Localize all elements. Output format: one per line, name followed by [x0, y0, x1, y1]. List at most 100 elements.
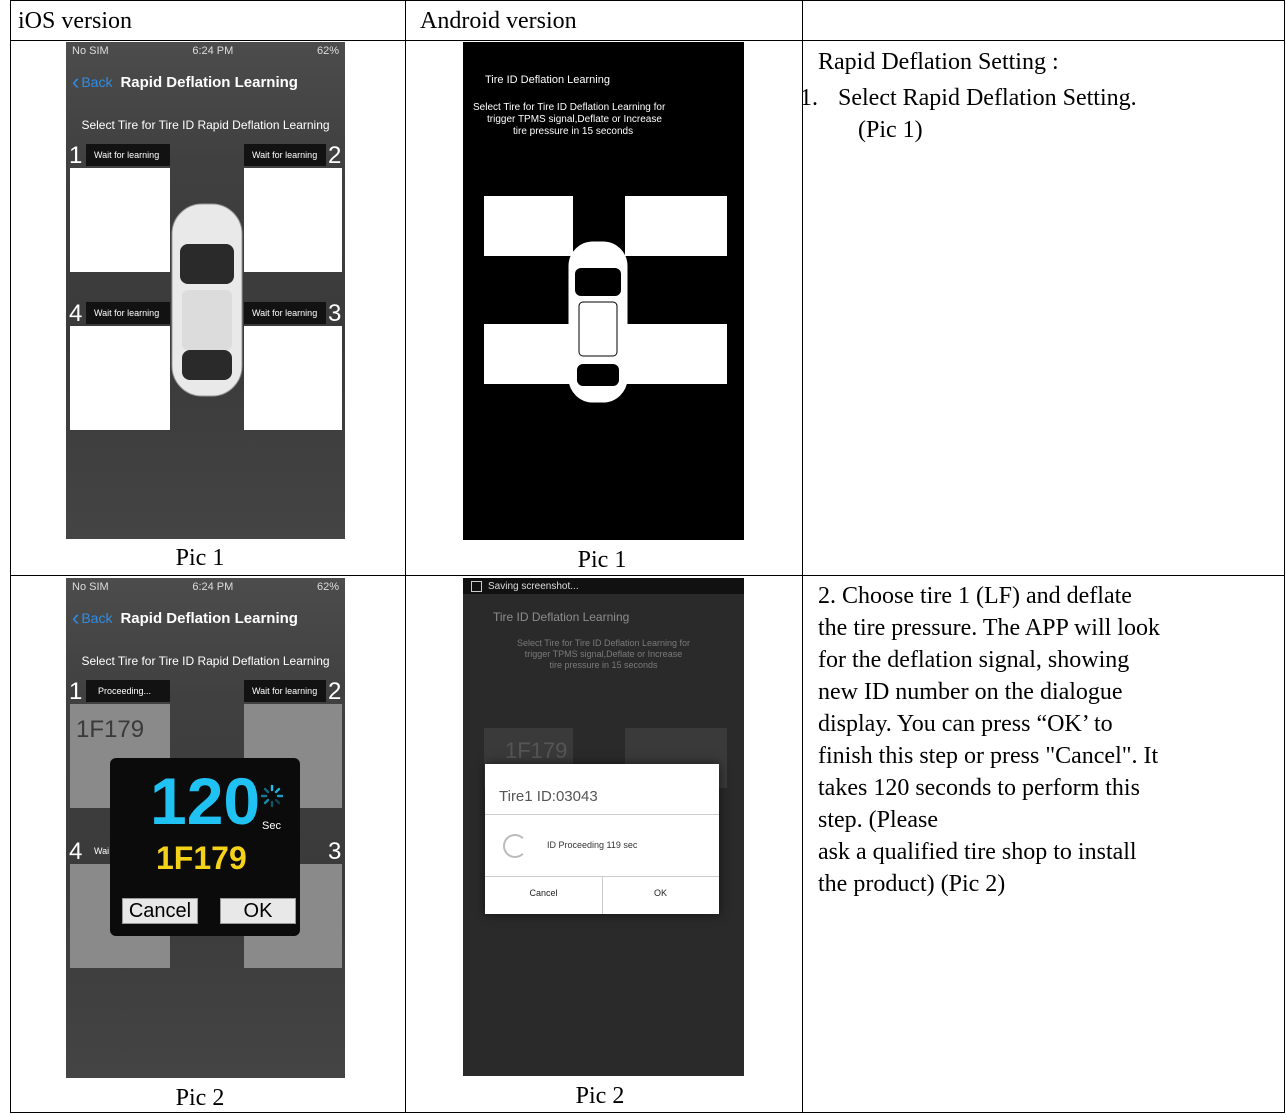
- caption-android-pic1: Pic 1: [577, 547, 627, 573]
- tire-tile-4[interactable]: [484, 324, 573, 384]
- step2-line: takes 120 seconds to perform this: [818, 775, 1140, 801]
- car-top-view-icon: [171, 203, 243, 397]
- step1-title: Rapid Deflation Setting :: [818, 49, 1059, 75]
- android-instruction-line: tire pressure in 15 seconds: [513, 126, 634, 137]
- tire-tile-3[interactable]: [625, 324, 727, 384]
- table-border-row: [10, 575, 1285, 576]
- tire-number-4: 4: [69, 838, 83, 865]
- dialog-divider: [485, 814, 719, 815]
- tire-tile-4[interactable]: [70, 326, 170, 430]
- caption-ios-pic1: Pic 1: [175, 545, 225, 571]
- tire-status-label: Proceeding...: [98, 686, 152, 696]
- tire-id-dialog: Tire1 ID:03043 ID Proceeding 119 sec Can…: [485, 764, 719, 914]
- tire-number-4: 4: [69, 300, 83, 327]
- tire-status-2: Wait for learning: [244, 680, 326, 702]
- tire-number-3: 3: [328, 838, 342, 865]
- back-label: Back: [81, 74, 113, 90]
- android-title: Tire ID Deflation Learning: [485, 74, 610, 86]
- step1-item-ref: (Pic 1): [858, 117, 923, 143]
- status-time: 6:24 PM: [192, 45, 234, 57]
- chevron-left-icon: ‹: [72, 605, 80, 630]
- back-label: Back: [81, 610, 113, 626]
- ios-nav-bar: ‹ Back Rapid Deflation Learning: [66, 596, 345, 640]
- screenshot-icon: [471, 580, 482, 592]
- back-button[interactable]: ‹ Back: [72, 71, 112, 93]
- table-border-right: [1284, 0, 1285, 1113]
- status-text: Saving screenshot...: [488, 580, 579, 592]
- tire-id: 1F179: [76, 716, 145, 743]
- cancel-button[interactable]: Cancel: [485, 888, 602, 898]
- tire-tile-2[interactable]: [244, 168, 342, 272]
- tire-status-4: Wait for learning: [86, 302, 170, 324]
- tire-tile-1[interactable]: [484, 196, 573, 256]
- step2-line: the product) (Pic 2): [818, 871, 1006, 897]
- chevron-left-icon: ‹: [72, 69, 80, 94]
- back-button[interactable]: ‹ Back: [72, 607, 112, 629]
- nav-title: Rapid Deflation Learning: [120, 609, 298, 627]
- dialog-button-divider: [602, 876, 603, 914]
- table-col-divider-1: [405, 0, 406, 1113]
- tire-number-2: 2: [328, 678, 342, 705]
- android-screenshot-1: Tire ID Deflation Learning Select Tire f…: [463, 42, 744, 540]
- step2-text: 2. Choose tire 1 (LF) and deflate the ti…: [818, 580, 1160, 900]
- android-instruction-line: tire pressure in 15 seconds: [549, 660, 658, 670]
- android-instruction-line: trigger TPMS signal,Deflate or Increase: [487, 114, 662, 125]
- tire-number-3: 3: [328, 300, 342, 327]
- instruction-text: Select Tire for Tire ID Rapid Deflation …: [81, 654, 330, 668]
- tire-status-label: Wait for learning: [94, 308, 160, 318]
- ios-status-bar: No SIM 6:24 PM 62%: [66, 42, 345, 60]
- nav-title: Rapid Deflation Learning: [120, 73, 298, 91]
- tire-number-1: 1: [69, 678, 83, 705]
- android-title: Tire ID Deflation Learning: [493, 610, 630, 624]
- caption-ios-pic2: Pic 2: [175, 1085, 225, 1111]
- tire-status-label: Wait for learning: [252, 308, 318, 318]
- ios-screenshot-1: No SIM 6:24 PM 62% ‹ Back Rapid Deflatio…: [66, 42, 345, 539]
- step2-line: the tire pressure. The APP will look: [818, 615, 1160, 641]
- dialog-title: Tire1 ID:03043: [499, 788, 598, 805]
- table-border-bottom: [10, 1112, 1285, 1113]
- tire-number-1: 1: [69, 142, 83, 169]
- step2-line: for the deflation signal, showing: [818, 647, 1130, 673]
- ok-button[interactable]: OK: [220, 898, 296, 924]
- tire-status-label: Wait for learning: [252, 150, 318, 160]
- loading-spinner-icon: [503, 834, 527, 858]
- cancel-button[interactable]: Cancel: [122, 898, 198, 924]
- status-carrier: No SIM: [72, 581, 109, 593]
- status-battery: 62%: [316, 45, 339, 57]
- learned-id: 1F179: [156, 840, 247, 876]
- android-instruction-line: trigger TPMS signal,Deflate or Increase: [524, 649, 683, 659]
- step1-item-number: 1.: [800, 85, 818, 111]
- status-carrier: No SIM: [72, 45, 109, 57]
- table-col-divider-2: [802, 0, 803, 1113]
- android-status-bar: Saving screenshot...: [463, 578, 744, 594]
- step2-line: display. You can press “OK’ to: [818, 711, 1113, 737]
- tire-status-1: Proceeding...: [86, 680, 170, 702]
- ok-button[interactable]: OK: [602, 888, 719, 898]
- countdown-dialog: 120 Sec 1F179 Cancel OK: [110, 758, 300, 936]
- tire-status-label: Wai: [94, 846, 110, 856]
- tire-number-2: 2: [328, 142, 342, 169]
- caption-android-pic2: Pic 2: [575, 1083, 625, 1109]
- tire-status-label: Wait for learning: [252, 686, 318, 696]
- step2-line: 2. Choose tire 1 (LF) and deflate: [818, 583, 1132, 609]
- tire-tile-1[interactable]: [70, 168, 170, 272]
- android-instruction-line: Select Tire for Tire ID Deflation Learni…: [473, 102, 666, 113]
- tire-status-1: Wait for learning: [86, 144, 170, 166]
- step1-item-text: Select Rapid Deflation Setting.: [838, 85, 1137, 111]
- status-battery: 62%: [316, 581, 339, 593]
- table-border-left: [10, 0, 11, 1113]
- table-border-top: [10, 0, 1285, 1]
- tire-tile-2[interactable]: [625, 196, 727, 256]
- dialog-message: ID Proceeding 119 sec: [547, 840, 638, 850]
- header-android: Android version: [420, 8, 577, 34]
- ios-status-bar: No SIM 6:24 PM 62%: [66, 578, 345, 596]
- status-time: 6:24 PM: [192, 581, 234, 593]
- step2-line: ask a qualified tire shop to install: [818, 839, 1137, 865]
- android-instruction-line: Select Tire for Tire ID Deflation Learni…: [516, 638, 691, 648]
- instruction-text: Select Tire for Tire ID Rapid Deflation …: [81, 118, 330, 132]
- header-ios: iOS version: [18, 8, 132, 34]
- countdown-value: 120: [150, 764, 261, 838]
- tire-tile-3[interactable]: [244, 326, 342, 430]
- android-screenshot-2: Saving screenshot... Tire ID Deflation L…: [463, 578, 744, 1076]
- step2-line: step. (Please: [818, 807, 938, 833]
